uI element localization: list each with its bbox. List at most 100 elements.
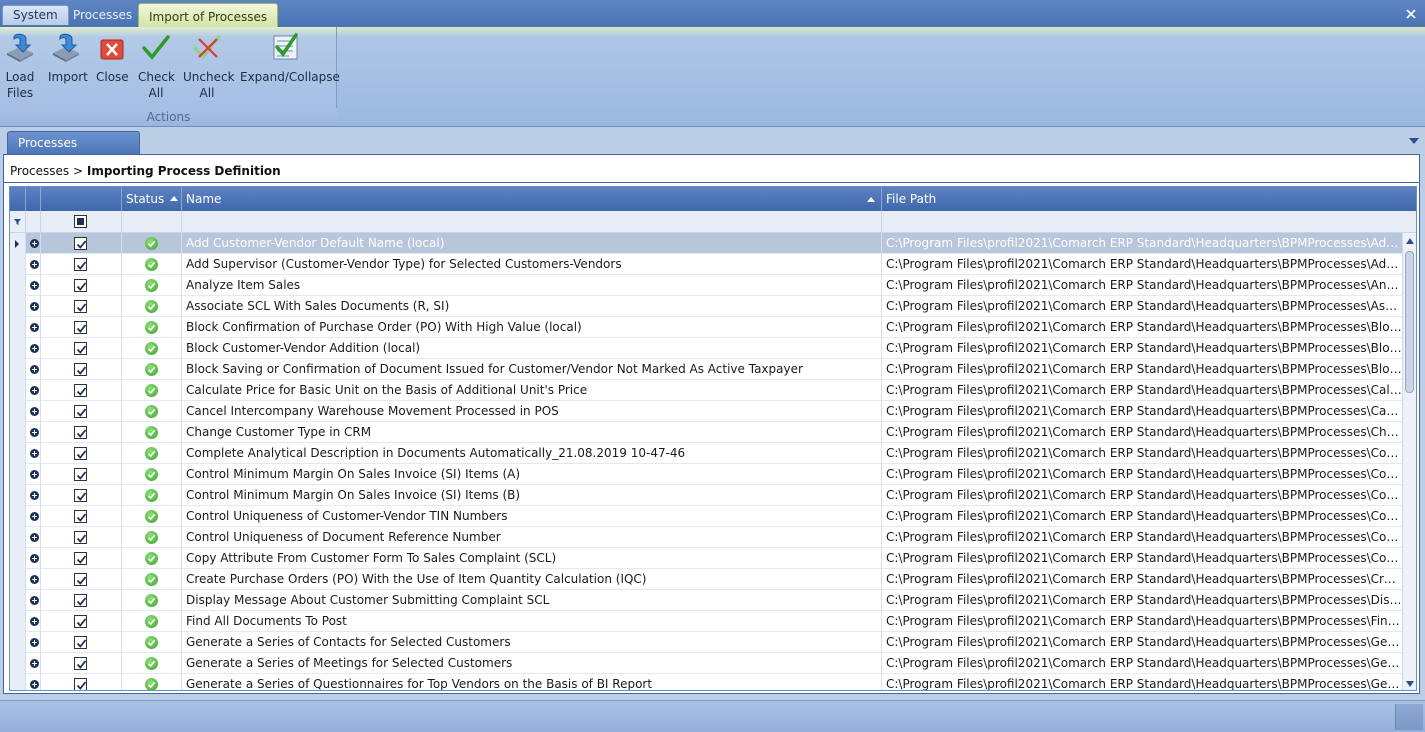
row-expand-cell[interactable] — [26, 632, 41, 653]
table-row[interactable]: Generate a Series of Meetings for Select… — [10, 653, 1404, 674]
row-expand-cell[interactable] — [26, 590, 41, 611]
row-expand-cell[interactable] — [26, 359, 41, 380]
table-row[interactable]: Calculate Price for Basic Unit on the Ba… — [10, 380, 1404, 401]
table-row[interactable]: Change Customer Type in CRM C:\Program Fi… — [10, 422, 1404, 443]
tab-processes[interactable]: Processes — [63, 5, 142, 27]
row-checkbox[interactable] — [74, 678, 87, 690]
row-checkbox-cell[interactable] — [41, 632, 122, 653]
expand-icon[interactable] — [30, 596, 39, 605]
row-checkbox[interactable] — [74, 594, 87, 607]
header-status[interactable]: Status — [122, 187, 182, 211]
row-checkbox-cell[interactable] — [41, 359, 122, 380]
filter-path-cell[interactable] — [882, 211, 1416, 233]
row-checkbox[interactable] — [74, 342, 87, 355]
row-checkbox-cell[interactable] — [41, 338, 122, 359]
row-checkbox[interactable] — [74, 573, 87, 586]
expand-icon[interactable] — [30, 302, 39, 311]
table-row[interactable]: Control Minimum Margin On Sales Invoice … — [10, 464, 1404, 485]
uncheck-all-button[interactable]: Uncheck All — [183, 31, 235, 101]
filter-checkbox-cell[interactable] — [41, 211, 122, 233]
expand-icon[interactable] — [30, 428, 39, 437]
row-checkbox-cell[interactable] — [41, 233, 122, 254]
row-expand-cell[interactable] — [26, 527, 41, 548]
row-checkbox-cell[interactable] — [41, 317, 122, 338]
breadcrumb-parent[interactable]: Processes — [10, 164, 69, 178]
expand-icon[interactable] — [30, 470, 39, 479]
row-expand-cell[interactable] — [26, 464, 41, 485]
chevron-down-icon[interactable] — [1409, 138, 1419, 144]
row-checkbox[interactable] — [74, 468, 87, 481]
row-checkbox[interactable] — [74, 552, 87, 565]
scroll-up-icon[interactable] — [1406, 238, 1414, 244]
row-checkbox[interactable] — [74, 426, 87, 439]
table-row[interactable]: Copy Attribute From Customer Form To Sal… — [10, 548, 1404, 569]
row-expand-cell[interactable] — [26, 275, 41, 296]
row-checkbox[interactable] — [74, 531, 87, 544]
expand-icon[interactable] — [30, 407, 39, 416]
row-checkbox-cell[interactable] — [41, 569, 122, 590]
table-row[interactable]: Analyze Item Sales C:\Program Files\profi… — [10, 275, 1404, 296]
row-expand-cell[interactable] — [26, 548, 41, 569]
tab-system[interactable]: System — [2, 5, 69, 25]
expand-icon[interactable] — [30, 491, 39, 500]
header-checkbox[interactable] — [41, 187, 122, 211]
table-row[interactable]: Create Purchase Orders (PO) With the Use… — [10, 569, 1404, 590]
vertical-scrollbar[interactable] — [1402, 233, 1416, 690]
table-row[interactable]: Associate SCL With Sales Documents (R, S… — [10, 296, 1404, 317]
header-name[interactable]: Name — [182, 187, 882, 211]
table-row[interactable]: Cancel Intercompany Warehouse Movement P… — [10, 401, 1404, 422]
row-expand-cell[interactable] — [26, 443, 41, 464]
row-checkbox[interactable] — [74, 321, 87, 334]
row-checkbox[interactable] — [74, 615, 87, 628]
row-checkbox[interactable] — [74, 510, 87, 523]
expand-icon[interactable] — [30, 281, 39, 290]
expand-icon[interactable] — [30, 260, 39, 269]
row-checkbox-cell[interactable] — [41, 506, 122, 527]
row-checkbox-cell[interactable] — [41, 611, 122, 632]
table-row[interactable]: Block Saving or Confirmation of Document… — [10, 359, 1404, 380]
expand-icon[interactable] — [30, 386, 39, 395]
row-checkbox-cell[interactable] — [41, 548, 122, 569]
row-expand-cell[interactable] — [26, 401, 41, 422]
table-row[interactable]: Add Customer-Vendor Default Name (local)… — [10, 233, 1404, 254]
row-checkbox-cell[interactable] — [41, 296, 122, 317]
filter-icon-cell[interactable] — [10, 211, 26, 233]
close-button[interactable]: Close — [96, 31, 129, 85]
expand-icon[interactable] — [30, 554, 39, 563]
row-checkbox-cell[interactable] — [41, 275, 122, 296]
row-checkbox-cell[interactable] — [41, 590, 122, 611]
row-checkbox[interactable] — [74, 279, 87, 292]
row-expand-cell[interactable] — [26, 338, 41, 359]
row-checkbox-cell[interactable] — [41, 422, 122, 443]
filter-name-cell[interactable] — [182, 211, 882, 233]
tab-import-of-processes[interactable]: Import of Processes — [138, 3, 279, 27]
table-row[interactable]: Control Uniqueness of Customer-Vendor TI… — [10, 506, 1404, 527]
row-checkbox[interactable] — [74, 657, 87, 670]
table-row[interactable]: Control Uniqueness of Document Reference… — [10, 527, 1404, 548]
expand-icon[interactable] — [30, 680, 39, 689]
table-row[interactable]: Block Customer-Vendor Addition (local) C:… — [10, 338, 1404, 359]
row-checkbox-cell[interactable] — [41, 380, 122, 401]
row-checkbox-cell[interactable] — [41, 254, 122, 275]
row-checkbox[interactable] — [74, 405, 87, 418]
resize-grip[interactable] — [1395, 704, 1423, 730]
row-checkbox-cell[interactable] — [41, 653, 122, 674]
row-expand-cell[interactable] — [26, 506, 41, 527]
table-row[interactable]: Complete Analytical Description in Docum… — [10, 443, 1404, 464]
table-row[interactable]: Generate a Series of Contacts for Select… — [10, 632, 1404, 653]
row-expand-cell[interactable] — [26, 233, 41, 254]
check-all-button[interactable]: Check All — [138, 31, 175, 101]
row-expand-cell[interactable] — [26, 380, 41, 401]
table-row[interactable]: Add Supervisor (Customer-Vendor Type) fo… — [10, 254, 1404, 275]
row-expand-cell[interactable] — [26, 254, 41, 275]
scroll-thumb[interactable] — [1405, 251, 1414, 393]
expand-icon[interactable] — [30, 344, 39, 353]
table-row[interactable]: Find All Documents To Post C:\Program Fil… — [10, 611, 1404, 632]
expand-collapse-button[interactable]: Expand/Collapse — [240, 31, 340, 85]
row-expand-cell[interactable] — [26, 569, 41, 590]
row-checkbox[interactable] — [74, 384, 87, 397]
table-row[interactable]: Block Confirmation of Purchase Order (PO… — [10, 317, 1404, 338]
load-files-button[interactable]: Load Files — [4, 31, 36, 101]
row-checkbox-cell[interactable] — [41, 443, 122, 464]
row-expand-cell[interactable] — [26, 611, 41, 632]
